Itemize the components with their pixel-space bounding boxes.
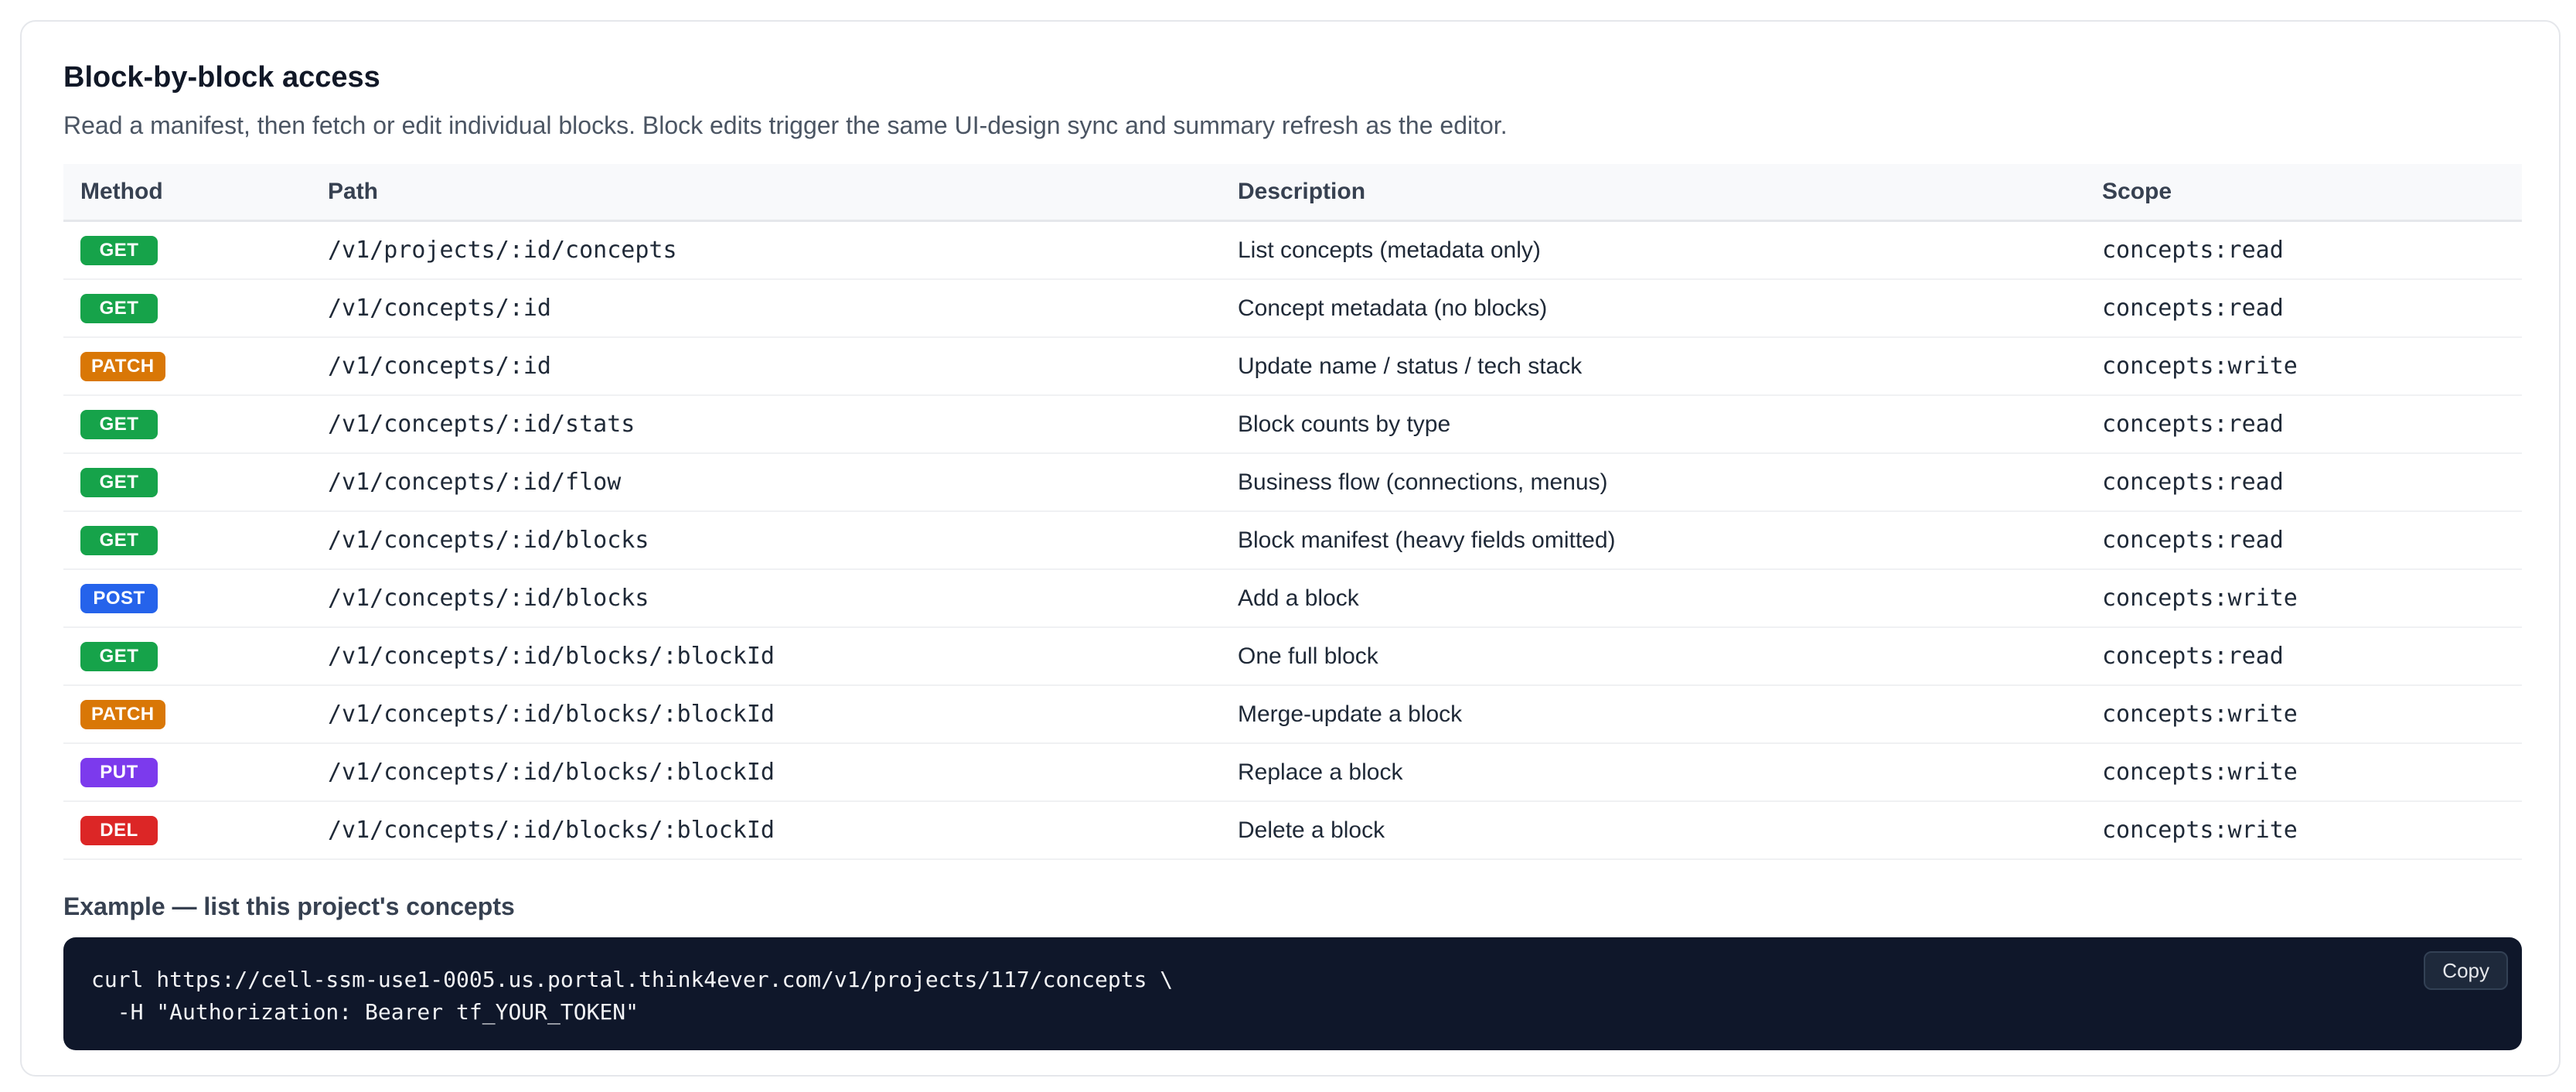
table-row: POST/v1/concepts/:id/blocks Add a block co… (63, 569, 2522, 628)
description-cell: Merge-update a block (1221, 685, 2085, 744)
method-cell: PUT (63, 743, 311, 802)
method-cell: PATCH (63, 685, 311, 744)
scope-cell: concepts:read (2085, 279, 2522, 338)
scope-cell: concepts:write (2085, 743, 2522, 802)
table-header-row: Method Path Description Scope (63, 164, 2522, 222)
path-cell: /v1/projects/:id/concepts (311, 220, 1221, 280)
method-badge: GET (80, 641, 158, 671)
method-cell: POST (63, 569, 311, 628)
description-cell: Delete a block (1221, 801, 2085, 860)
section-title: Block-by-block access (63, 61, 380, 94)
table-row: GET/v1/concepts/:id/flow Business flow (c… (63, 453, 2522, 512)
method-cell: DEL (63, 801, 311, 860)
api-section-content: Block-by-block access Read a manifest, t… (63, 56, 2522, 1050)
scope-cell: concepts:write (2085, 801, 2522, 860)
path-cell: /v1/concepts/:id/blocks/:blockId (311, 743, 1221, 802)
table-row: GET/v1/projects/:id/concepts List concept… (63, 220, 2522, 280)
endpoints-table: Method Path Description Scope GET/v1/pro… (63, 164, 2522, 860)
method-badge: GET (80, 235, 158, 265)
header-method: Method (63, 164, 311, 222)
scope-cell: concepts:read (2085, 627, 2522, 686)
path-cell: /v1/concepts/:id/blocks (311, 569, 1221, 628)
method-cell: GET (63, 395, 311, 454)
path-cell: /v1/concepts/:id (311, 279, 1221, 338)
scope-cell: concepts:read (2085, 453, 2522, 512)
code-block: curl https://cell-ssm-use1-0005.us.porta… (63, 937, 2522, 1050)
method-cell: GET (63, 453, 311, 512)
method-badge: DEL (80, 815, 158, 845)
description-cell: Add a block (1221, 569, 2085, 628)
table-row: GET/v1/concepts/:id/blocks/:blockId One f… (63, 627, 2522, 686)
scope-cell: concepts:write (2085, 685, 2522, 744)
method-badge: PUT (80, 757, 158, 787)
code-line: -H "Authorization: Bearer tf_YOUR_TOKEN" (91, 999, 639, 1025)
description-cell: List concepts (metadata only) (1221, 220, 2085, 280)
description-cell: Update name / status / tech stack (1221, 337, 2085, 396)
table-row: DEL/v1/concepts/:id/blocks/:blockId Delet… (63, 801, 2522, 860)
method-badge: GET (80, 525, 158, 555)
description-cell: One full block (1221, 627, 2085, 686)
description-cell: Concept metadata (no blocks) (1221, 279, 2085, 338)
table-row: GET/v1/concepts/:id/stats Block counts by… (63, 395, 2522, 454)
method-cell: PATCH (63, 337, 311, 396)
table-row: PATCH/v1/concepts/:id/blocks/:blockId Mer… (63, 685, 2522, 744)
example-title: Example — list this project's concepts (63, 892, 515, 920)
section-subtitle: Read a manifest, then fetch or edit indi… (63, 111, 1508, 139)
endpoints-table-body: GET/v1/projects/:id/concepts List concept… (63, 220, 2522, 860)
method-badge: GET (80, 467, 158, 497)
method-cell: GET (63, 511, 311, 570)
path-cell: /v1/concepts/:id/blocks/:blockId (311, 685, 1221, 744)
method-badge: GET (80, 409, 158, 439)
path-cell: /v1/concepts/:id/stats (311, 395, 1221, 454)
header-scope: Scope (2085, 164, 2522, 222)
table-row: PATCH/v1/concepts/:id Update name / statu… (63, 337, 2522, 396)
method-badge: PATCH (80, 699, 165, 729)
description-cell: Business flow (connections, menus) (1221, 453, 2085, 512)
code-line: curl https://cell-ssm-use1-0005.us.porta… (91, 967, 1174, 992)
header-description: Description (1221, 164, 2085, 222)
scope-cell: concepts:read (2085, 511, 2522, 570)
header-path: Path (311, 164, 1221, 222)
scope-cell: concepts:write (2085, 337, 2522, 396)
description-cell: Block counts by type (1221, 395, 2085, 454)
copy-button[interactable]: Copy (2424, 951, 2508, 990)
api-section-card: Block-by-block access Read a manifest, t… (20, 20, 2561, 1077)
path-cell: /v1/concepts/:id/blocks (311, 511, 1221, 570)
method-cell: GET (63, 279, 311, 338)
method-badge: GET (80, 293, 158, 323)
path-cell: /v1/concepts/:id/flow (311, 453, 1221, 512)
path-cell: /v1/concepts/:id/blocks/:blockId (311, 627, 1221, 686)
path-cell: /v1/concepts/:id (311, 337, 1221, 396)
table-row: GET/v1/concepts/:id Concept metadata (no … (63, 279, 2522, 338)
table-row: PUT/v1/concepts/:id/blocks/:blockId Repla… (63, 743, 2522, 802)
method-cell: GET (63, 627, 311, 686)
description-cell: Block manifest (heavy fields omitted) (1221, 511, 2085, 570)
scope-cell: concepts:read (2085, 220, 2522, 280)
scope-cell: concepts:read (2085, 395, 2522, 454)
method-badge: PATCH (80, 351, 165, 381)
method-badge: POST (80, 583, 158, 613)
table-row: GET/v1/concepts/:id/blocks Block manifest… (63, 511, 2522, 570)
method-cell: GET (63, 220, 311, 280)
scope-cell: concepts:write (2085, 569, 2522, 628)
description-cell: Replace a block (1221, 743, 2085, 802)
path-cell: /v1/concepts/:id/blocks/:blockId (311, 801, 1221, 860)
